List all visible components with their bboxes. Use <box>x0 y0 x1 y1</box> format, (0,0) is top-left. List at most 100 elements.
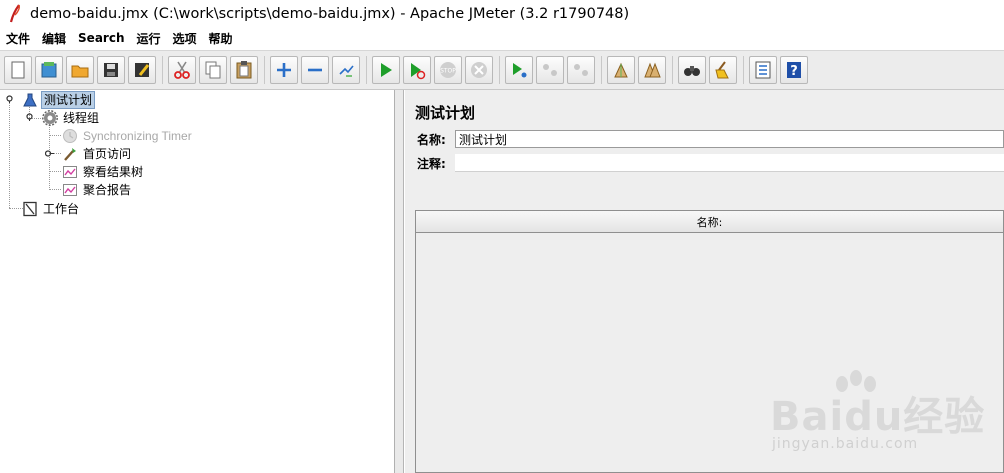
test-plan-tree: 测试计划 线程组 Synchronizing Timer 首页访问 察看结果树 … <box>0 90 395 473</box>
help-button[interactable]: ? <box>780 56 808 84</box>
new-icon <box>11 61 25 79</box>
sampler-icon <box>62 146 78 162</box>
title-bar: demo-baidu.jmx (C:\work\scripts\demo-bai… <box>0 0 1004 28</box>
search-button[interactable] <box>678 56 706 84</box>
svg-text:?: ? <box>790 64 798 79</box>
baidu-watermark: Baidu经验 jingyan.baidu.com <box>770 370 1004 470</box>
templates-icon <box>41 62 57 78</box>
function-helper-icon <box>755 61 771 79</box>
test-plan-icon <box>22 92 38 108</box>
menu-file[interactable]: 文件 <box>6 30 30 47</box>
comment-label: 注释: <box>417 156 446 171</box>
tree-item-label: 察看结果树 <box>83 165 144 179</box>
name-row: 名称: <box>415 129 1004 149</box>
svg-text:STOP: STOP <box>440 68 456 75</box>
remote-stop-icon <box>543 64 557 76</box>
menu-run[interactable]: 运行 <box>136 30 160 47</box>
clear-all-button[interactable] <box>638 56 666 84</box>
name-label: 名称: <box>417 132 446 147</box>
clear-button[interactable] <box>607 56 635 84</box>
shutdown-icon <box>471 62 487 78</box>
paste-icon <box>236 61 252 79</box>
cut-button[interactable] <box>168 56 196 84</box>
open-icon <box>71 65 89 78</box>
clear-icon <box>614 62 628 78</box>
clear-all-icon <box>644 62 661 78</box>
search-icon <box>684 66 700 76</box>
expand-toggle-icon[interactable] <box>5 94 14 103</box>
function-helper-button[interactable] <box>749 56 777 84</box>
tree-connector <box>9 102 10 208</box>
tree-item-label: 首页访问 <box>83 147 132 161</box>
expand-toggle-icon[interactable] <box>25 112 34 121</box>
stop-icon: STOP <box>440 62 456 78</box>
start-no-pause-icon <box>411 63 426 80</box>
tree-connector <box>49 171 61 172</box>
tree-item-aggregate-report[interactable]: 聚合报告 <box>62 181 133 199</box>
table-header-name[interactable]: 名称: <box>416 211 1003 233</box>
tree-connector <box>49 135 61 136</box>
templates-button[interactable] <box>35 56 63 84</box>
tree-item-synchronizing-timer[interactable]: Synchronizing Timer <box>62 127 194 145</box>
window-title: demo-baidu.jmx (C:\work\scripts\demo-bai… <box>30 6 630 22</box>
remote-stop-all-button[interactable] <box>536 56 564 84</box>
tree-item-label: 聚合报告 <box>83 183 132 197</box>
copy-button[interactable] <box>199 56 227 84</box>
comment-row: 注释: <box>415 153 1004 173</box>
start-button[interactable] <box>372 56 400 84</box>
tree-item-label: 工作台 <box>43 202 80 216</box>
remote-start-all-button[interactable] <box>505 56 533 84</box>
menu-search[interactable]: Search <box>78 31 124 45</box>
start-icon <box>381 63 392 77</box>
start-no-pauses-button[interactable] <box>403 56 431 84</box>
tree-item-homepage-request[interactable]: 首页访问 <box>62 145 133 163</box>
collapse-all-button[interactable] <box>301 56 329 84</box>
name-field[interactable] <box>455 130 1004 148</box>
menu-options[interactable]: 选项 <box>173 30 197 47</box>
tree-item-label: Synchronizing Timer <box>83 129 192 143</box>
workbench-icon <box>22 201 38 217</box>
watermark-text: Baidu经验 <box>770 394 986 440</box>
menu-edit[interactable]: 编辑 <box>42 30 66 47</box>
pane-splitter[interactable] <box>395 90 404 473</box>
tree-connector <box>49 189 61 190</box>
expand-all-button[interactable] <box>270 56 298 84</box>
expand-toggle-icon[interactable] <box>45 149 54 158</box>
copy-icon <box>205 61 221 79</box>
stop-button[interactable]: STOP <box>434 56 462 84</box>
timer-icon <box>62 128 78 144</box>
watermark-url: jingyan.baidu.com <box>772 436 919 452</box>
menu-help[interactable]: 帮助 <box>209 30 233 47</box>
reset-search-button[interactable] <box>709 56 737 84</box>
paste-button[interactable] <box>230 56 258 84</box>
save-button[interactable] <box>97 56 125 84</box>
collapse-icon <box>308 68 322 72</box>
toggle-icon <box>339 65 354 77</box>
listener-icon <box>62 182 78 198</box>
tree-item-test-plan[interactable]: 测试计划 <box>22 91 96 109</box>
panel-title: 测试计划 <box>415 104 476 122</box>
toggle-button[interactable] <box>332 56 360 84</box>
tree-item-label: 测试计划 <box>41 91 96 109</box>
remote-start-icon <box>513 63 527 78</box>
reset-search-icon <box>715 61 729 79</box>
jmeter-feather-icon <box>9 4 20 23</box>
save-as-icon <box>135 63 150 77</box>
open-button[interactable] <box>66 56 94 84</box>
tree-item-workbench[interactable]: 工作台 <box>22 200 81 218</box>
tree-item-view-results-tree[interactable]: 察看结果树 <box>62 163 145 181</box>
listener-icon <box>62 164 78 180</box>
tree-item-label: 线程组 <box>63 111 100 125</box>
remote-shutdown-icon <box>574 64 588 76</box>
comment-field[interactable] <box>455 154 1004 172</box>
tree-item-thread-group[interactable]: 线程组 <box>42 109 101 127</box>
expand-icon <box>277 63 291 77</box>
save-as-button[interactable] <box>128 56 156 84</box>
tree-connector <box>9 208 23 209</box>
menu-bar: 文件 编辑 Search 运行 选项 帮助 <box>0 28 1004 48</box>
save-icon <box>104 63 118 77</box>
shutdown-button[interactable] <box>465 56 493 84</box>
remote-shutdown-all-button[interactable] <box>567 56 595 84</box>
cut-icon <box>174 61 190 79</box>
new-button[interactable] <box>4 56 32 84</box>
